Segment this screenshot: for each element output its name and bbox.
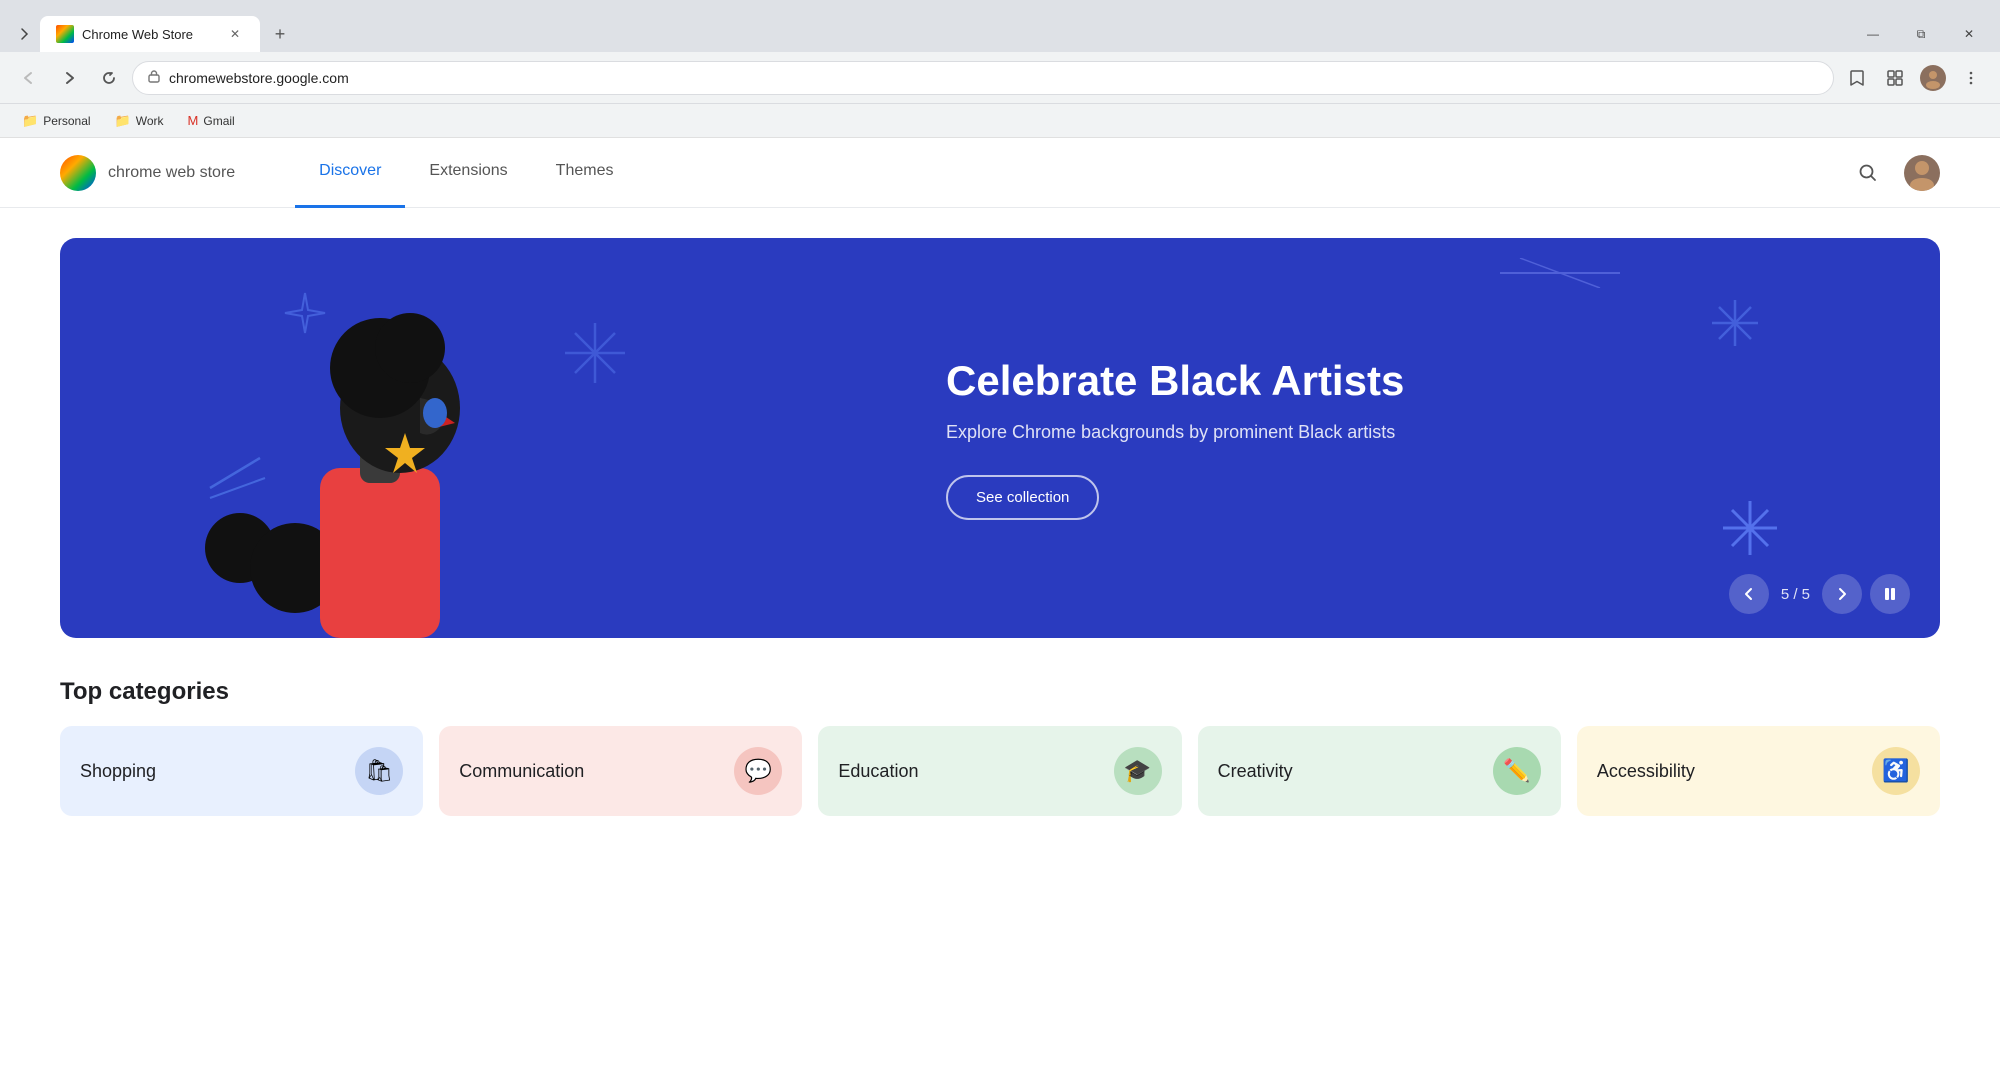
cws-logo-text: chrome web store — [108, 164, 235, 182]
tab-title: Chrome Web Store — [82, 27, 218, 42]
tab-close-button[interactable]: ✕ — [226, 25, 244, 43]
hero-title: Celebrate Black Artists — [946, 356, 1860, 406]
user-avatar[interactable] — [1904, 155, 1940, 191]
bookmark-gmail[interactable]: M Gmail — [178, 109, 245, 132]
carousel-pause-button[interactable] — [1870, 574, 1910, 614]
cws-header: chrome web store Discover Extensions The… — [0, 138, 2000, 208]
browser-toolbar: chromewebstore.google.com — [0, 52, 2000, 104]
security-icon — [147, 69, 161, 86]
gmail-icon: M — [188, 113, 199, 128]
hero-section: Celebrate Black Artists Explore Chrome b… — [0, 208, 2000, 668]
menu-button[interactable] — [1954, 61, 1988, 95]
bookmarks-bar: 📁 Personal 📁 Work M Gmail — [0, 104, 2000, 138]
forward-button[interactable] — [52, 61, 86, 95]
see-collection-button[interactable]: See collection — [946, 475, 1099, 520]
tab-scroll-button[interactable] — [8, 16, 40, 52]
nav-themes[interactable]: Themes — [532, 138, 638, 208]
education-icon: 🎓 — [1114, 747, 1162, 795]
folder-icon: 📁 — [22, 113, 38, 129]
extensions-button[interactable] — [1878, 61, 1912, 95]
window-controls: — ⧉ ✕ — [1850, 16, 2000, 52]
profile-button[interactable] — [1916, 61, 1950, 95]
bookmark-personal-label: Personal — [43, 114, 90, 128]
new-tab-button[interactable]: + — [264, 16, 296, 52]
close-button[interactable]: ✕ — [1946, 16, 1992, 52]
nav-extensions[interactable]: Extensions — [405, 138, 531, 208]
cws-header-actions — [1848, 153, 1940, 193]
deco-star-2 — [1710, 298, 1760, 348]
nav-discover[interactable]: Discover — [295, 138, 405, 208]
minimize-button[interactable]: — — [1850, 16, 1896, 52]
category-shopping[interactable]: Shopping 🛍 — [60, 726, 423, 816]
bookmark-gmail-label: Gmail — [203, 114, 234, 128]
toolbar-actions — [1840, 61, 1988, 95]
category-education[interactable]: Education 🎓 — [818, 726, 1181, 816]
search-button[interactable] — [1848, 153, 1888, 193]
active-tab[interactable]: Chrome Web Store ✕ — [40, 16, 260, 52]
address-bar[interactable]: chromewebstore.google.com — [132, 61, 1834, 95]
hero-banner: Celebrate Black Artists Explore Chrome b… — [60, 238, 1940, 638]
folder-icon: 📁 — [115, 113, 131, 129]
profile-avatar — [1920, 65, 1946, 91]
reload-button[interactable] — [92, 61, 126, 95]
cws-logo[interactable]: chrome web store — [60, 155, 235, 191]
hero-illustration — [120, 238, 640, 638]
carousel-next-button[interactable] — [1822, 574, 1862, 614]
category-creativity[interactable]: Creativity ✏️ — [1198, 726, 1561, 816]
categories-section: Top categories Shopping 🛍 Communication … — [0, 668, 2000, 836]
communication-icon: 💬 — [734, 747, 782, 795]
bookmark-personal[interactable]: 📁 Personal — [12, 109, 101, 133]
carousel-counter: 5 / 5 — [1777, 586, 1814, 603]
creativity-icon: ✏️ — [1493, 747, 1541, 795]
category-accessibility[interactable]: Accessibility ♿ — [1577, 726, 1940, 816]
hero-content: Celebrate Black Artists Explore Chrome b… — [906, 356, 1940, 520]
cws-logo-icon — [60, 155, 96, 191]
tab-bar: Chrome Web Store ✕ + — ⧉ ✕ — [0, 0, 2000, 52]
carousel-controls: 5 / 5 — [1729, 574, 1910, 614]
accessibility-icon: ♿ — [1872, 747, 1920, 795]
categories-title: Top categories — [60, 678, 1940, 706]
deco-lines — [1500, 258, 1620, 288]
bookmark-button[interactable] — [1840, 61, 1874, 95]
hero-subtitle: Explore Chrome backgrounds by prominent … — [946, 422, 1860, 443]
bookmark-work[interactable]: 📁 Work — [105, 109, 174, 133]
categories-grid: Shopping 🛍 Communication 💬 Education 🎓 C… — [60, 726, 1940, 816]
cws-navigation: Discover Extensions Themes — [295, 138, 637, 208]
category-communication[interactable]: Communication 💬 — [439, 726, 802, 816]
tab-favicon — [56, 25, 74, 43]
maximize-button[interactable]: ⧉ — [1898, 16, 1944, 52]
address-text: chromewebstore.google.com — [169, 70, 1819, 86]
back-button[interactable] — [12, 61, 46, 95]
bookmark-work-label: Work — [136, 114, 164, 128]
carousel-prev-button[interactable] — [1729, 574, 1769, 614]
page-content: chrome web store Discover Extensions The… — [0, 138, 2000, 1080]
shopping-icon: 🛍 — [355, 747, 403, 795]
